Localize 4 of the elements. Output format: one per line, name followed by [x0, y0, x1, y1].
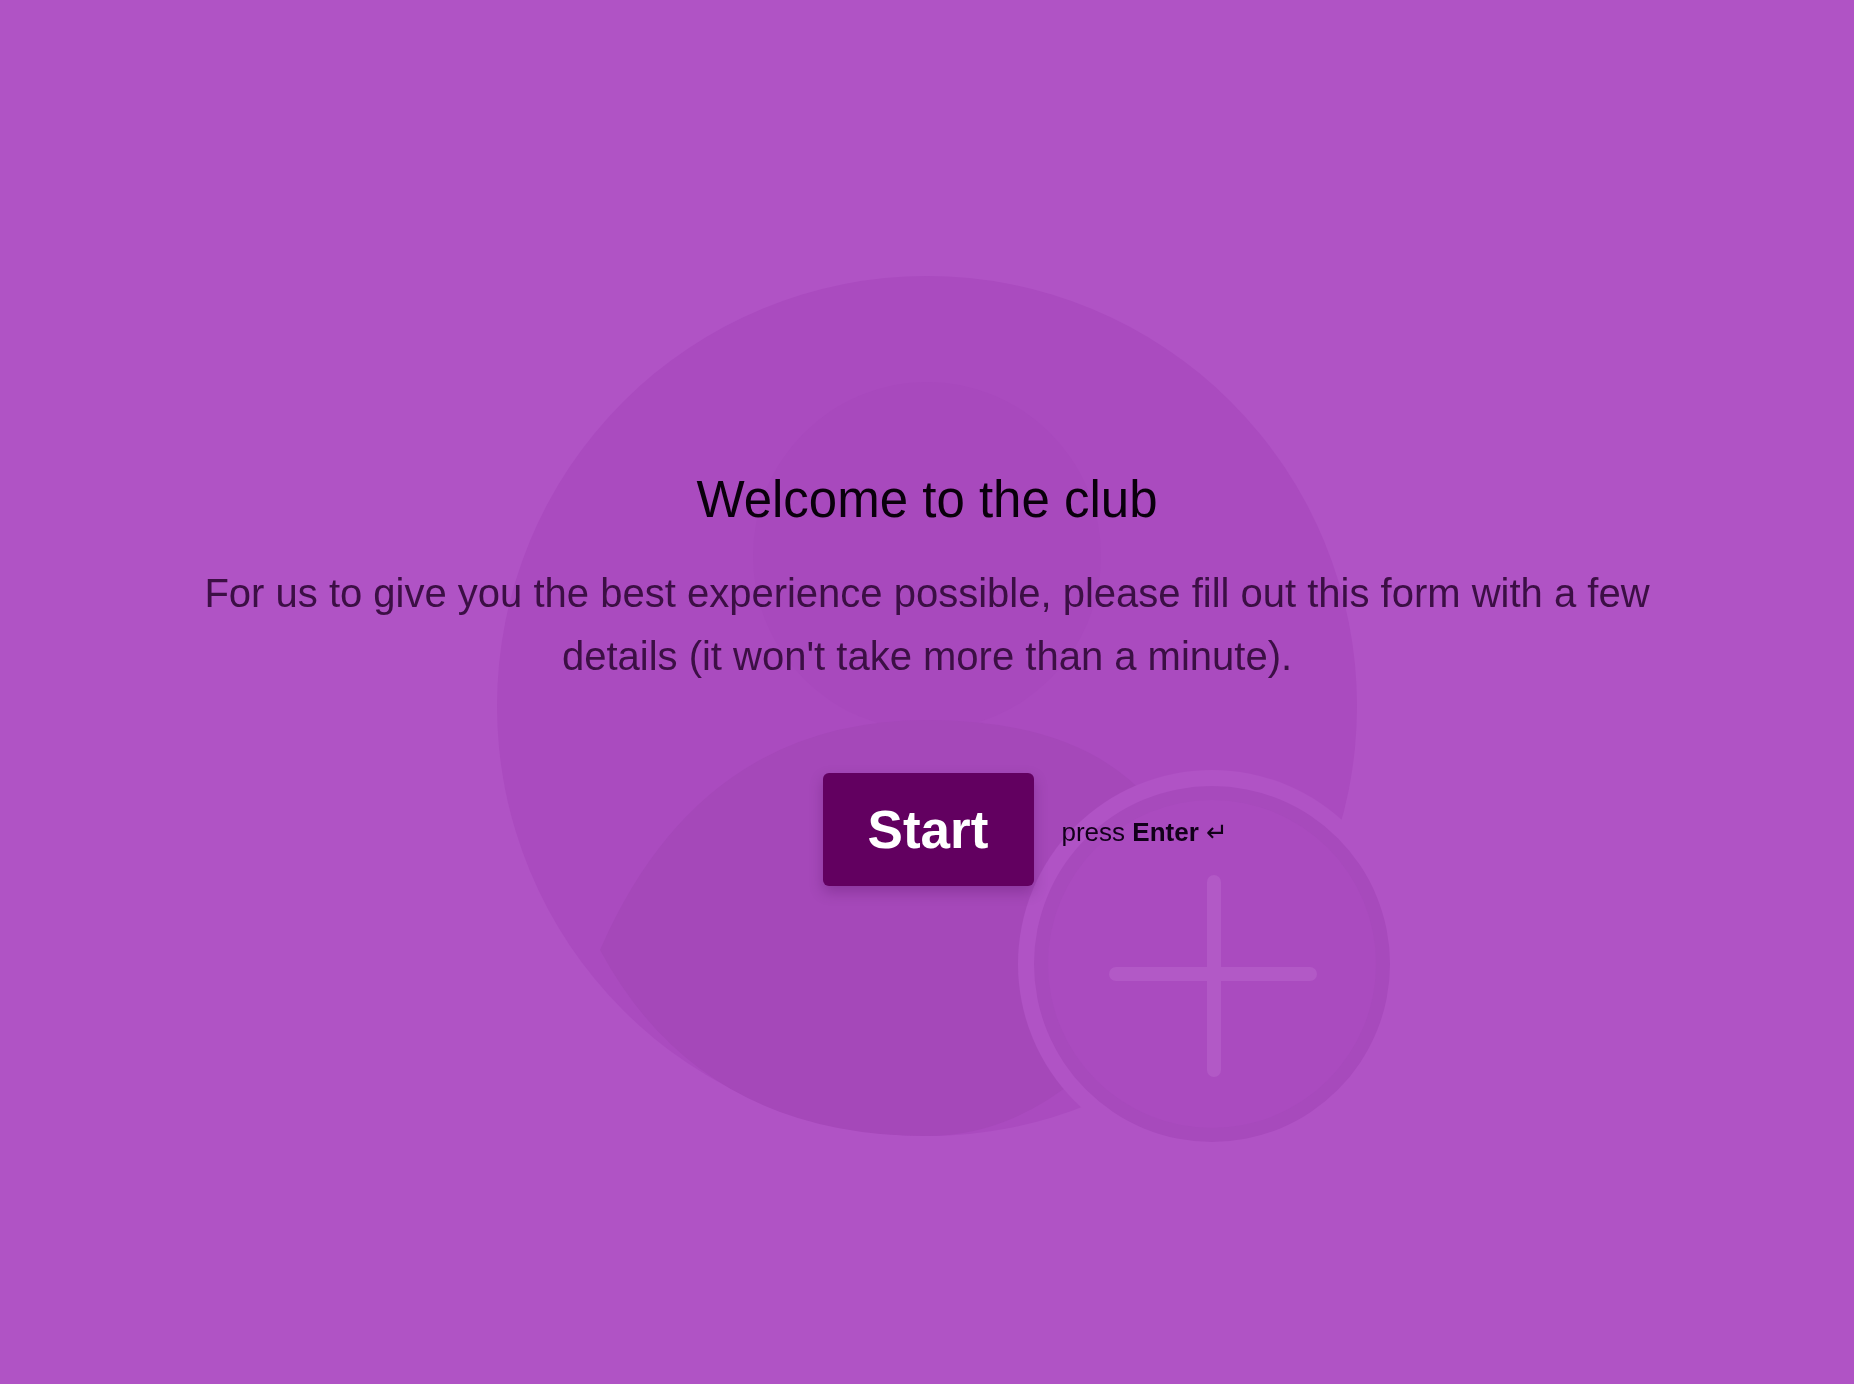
welcome-title: Welcome to the club [696, 470, 1158, 530]
keyboard-hint: press Enter ↵ [1061, 817, 1229, 848]
start-button[interactable]: Start [822, 773, 1034, 886]
welcome-description: For us to give you the best experience possible, please fill out this form with a few details (it won't take more than a minute). [203, 570, 1651, 680]
